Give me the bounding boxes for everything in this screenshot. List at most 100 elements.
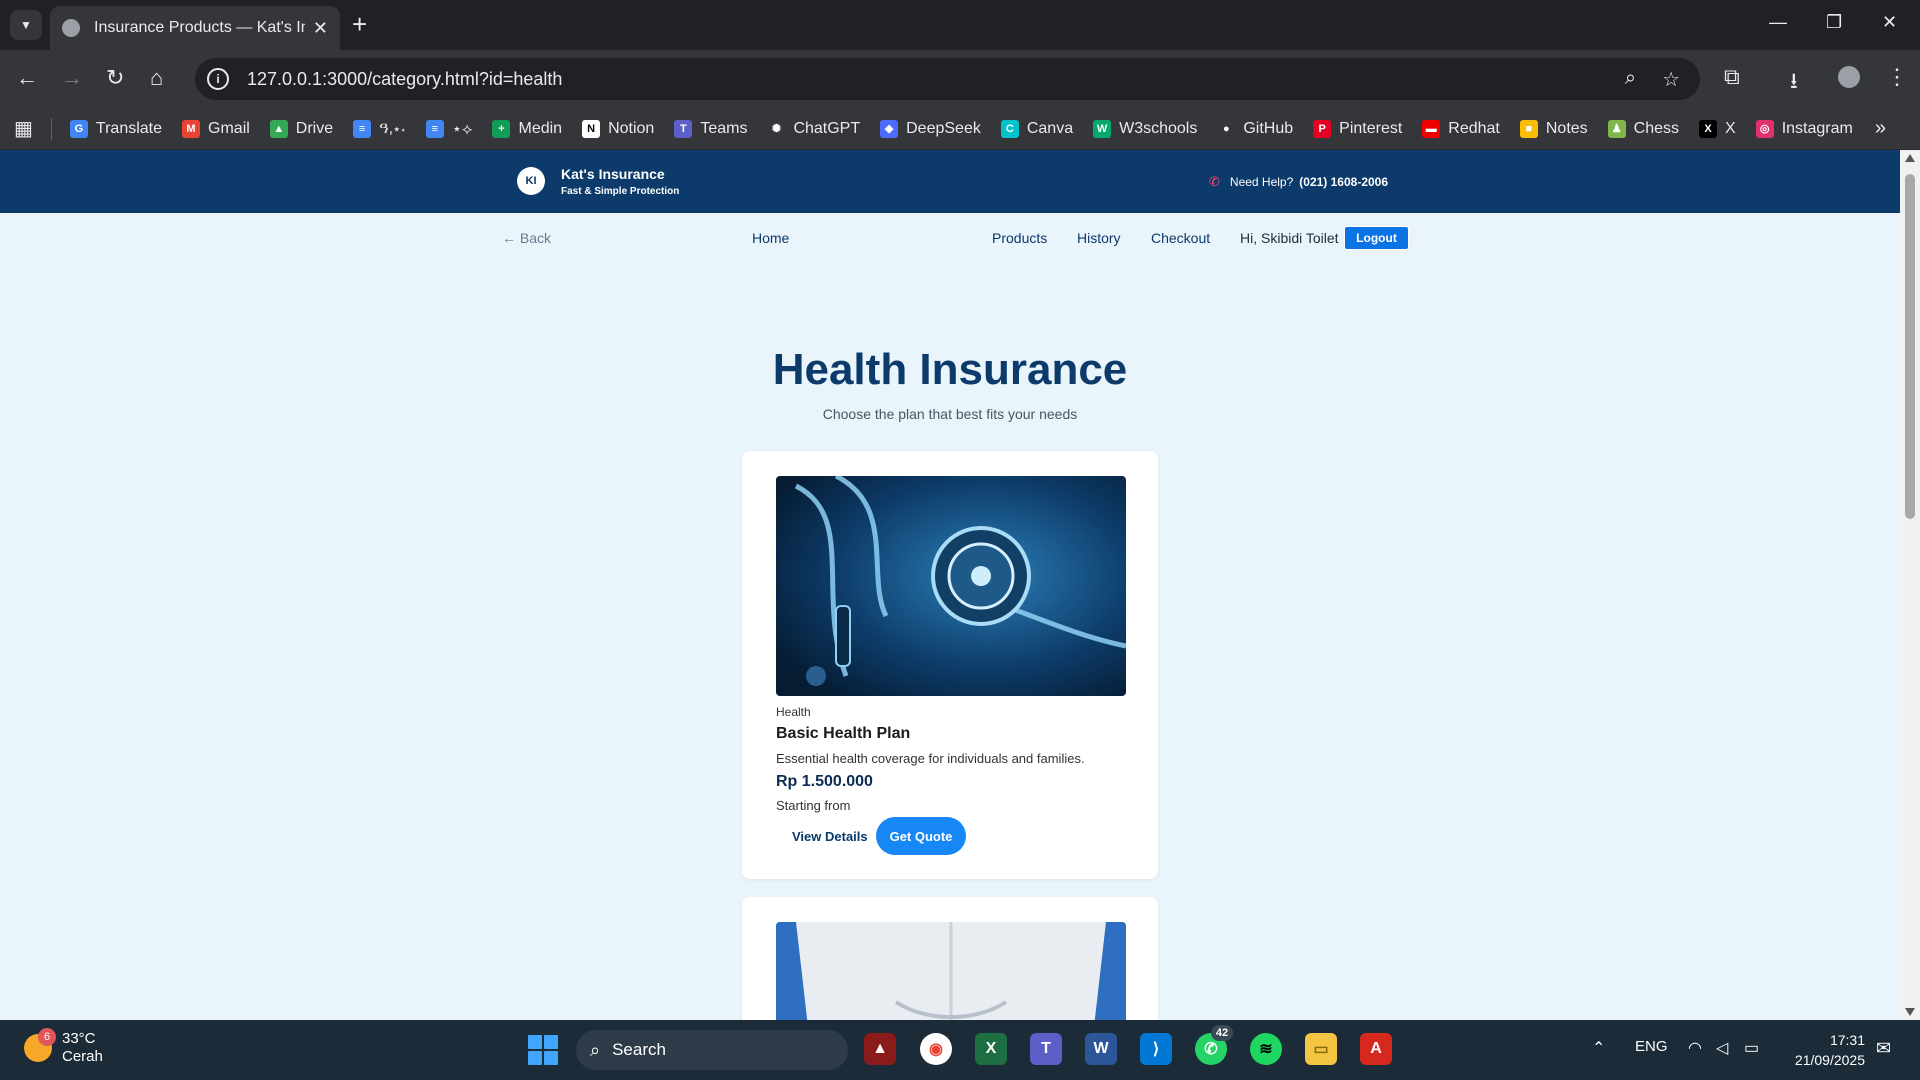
bookmarks-bar: ▦ G Translate M Gmail ▲ Drive ≡ ዓ,⋆˖ ≡ ⋆⟡ + Medin N N… xyxy=(0,108,1920,150)
bookmark-item[interactable]: N Notion xyxy=(582,119,654,138)
word-icon[interactable]: W xyxy=(1085,1033,1117,1065)
chevron-down-icon: ▼ xyxy=(20,18,32,32)
bookmark-item[interactable]: ≡ ዓ,⋆˖ xyxy=(353,119,406,138)
bookmark-item[interactable]: ■ Notes xyxy=(1519,119,1588,138)
more-bookmarks-icon[interactable]: » xyxy=(1875,117,1886,140)
bookmark-label: ChatGPT xyxy=(793,119,861,137)
bookmark-item[interactable]: + Medin xyxy=(492,119,562,138)
notification-bell-icon[interactable]: ✉ xyxy=(1876,1038,1891,1059)
spotify-icon[interactable]: ≋ xyxy=(1250,1033,1282,1065)
close-tab-icon[interactable]: ✕ xyxy=(313,18,328,39)
product-price: Rp 1.500.000 xyxy=(776,773,873,790)
extensions-icon[interactable]: ⧉ xyxy=(1724,64,1740,90)
back-link[interactable]: ← Back xyxy=(502,230,551,246)
site-info-icon[interactable]: i xyxy=(207,68,229,90)
bookmark-item[interactable]: C Canva xyxy=(1000,119,1073,138)
weather-widget[interactable]: 6 33°C Cerah xyxy=(24,1028,103,1066)
bookmark-label: W3schools xyxy=(1119,119,1198,137)
battery-icon[interactable]: ▭ xyxy=(1744,1038,1759,1058)
bookmark-label: Gmail xyxy=(208,119,250,137)
teams-icon[interactable]: T xyxy=(1030,1033,1062,1065)
bookmark-item[interactable]: ▲ Drive xyxy=(269,119,333,138)
deepseek-icon: ◆ xyxy=(880,119,899,138)
bookmark-item[interactable]: G Translate xyxy=(69,119,162,138)
tab-title: Insurance Products — Kat's Insu xyxy=(94,19,305,36)
instagram-icon: ◎ xyxy=(1755,119,1774,138)
bookmark-label: Chess xyxy=(1633,119,1680,137)
url-text[interactable]: 127.0.0.1:3000/category.html?id=health xyxy=(247,69,562,90)
taskbar-search[interactable]: ⌕ Search xyxy=(576,1030,848,1070)
bookmark-item[interactable]: ◎ Instagram xyxy=(1755,119,1853,138)
file-explorer-icon[interactable]: ▭ xyxy=(1305,1033,1337,1065)
chrome-icon[interactable]: ◉ xyxy=(920,1033,952,1065)
scroll-up-icon[interactable] xyxy=(1905,154,1915,162)
gmail-icon: M xyxy=(182,119,201,138)
page-scrollbar[interactable] xyxy=(1900,150,1920,1020)
excel-icon[interactable]: X xyxy=(975,1033,1007,1065)
wifi-icon[interactable]: ◠ xyxy=(1688,1038,1702,1058)
volume-icon[interactable]: ◁ xyxy=(1716,1038,1728,1058)
brand-name[interactable]: Kat's Insurance xyxy=(561,166,665,182)
logo[interactable]: KI xyxy=(517,167,545,195)
apps-grid-icon[interactable]: ▦ xyxy=(14,116,33,141)
address-bar[interactable]: i 127.0.0.1:3000/category.html?id=health… xyxy=(195,58,1700,100)
bookmark-label: Pinterest xyxy=(1339,119,1403,137)
canva-icon: C xyxy=(1000,119,1019,138)
nav-history[interactable]: History xyxy=(1077,230,1121,246)
stethoscope-image xyxy=(776,476,1126,696)
profile-avatar[interactable] xyxy=(1838,66,1860,88)
system-clock[interactable]: 17:31 21/09/2025 xyxy=(1780,1030,1865,1070)
bookmark-label: ዓ,⋆˖ xyxy=(379,119,406,137)
globe-icon xyxy=(62,19,80,37)
scrollbar-thumb[interactable] xyxy=(1905,174,1915,519)
minimize-icon[interactable]: — xyxy=(1769,12,1787,33)
chatgpt-icon: ✺ xyxy=(767,119,786,138)
home-icon[interactable]: ⌂ xyxy=(150,66,163,90)
bookmark-item[interactable]: T Teams xyxy=(674,119,747,138)
github-icon: ● xyxy=(1217,119,1236,138)
bookmark-item[interactable]: P Pinterest xyxy=(1313,119,1403,138)
logout-button[interactable]: Logout xyxy=(1344,226,1409,250)
tray-chevron-up-icon[interactable]: ⌃ xyxy=(1592,1038,1605,1058)
whatsapp-icon[interactable]: ✆ 42 xyxy=(1195,1025,1233,1065)
bookmark-item[interactable]: M Gmail xyxy=(182,119,250,138)
windows-start-icon[interactable] xyxy=(528,1035,558,1065)
language-indicator[interactable]: ENG xyxy=(1635,1038,1668,1055)
view-details-link[interactable]: View Details xyxy=(792,829,868,844)
browser-tab-active[interactable]: Insurance Products — Kat's Insu ✕ xyxy=(50,6,340,50)
window-close-icon[interactable]: ✕ xyxy=(1882,12,1897,33)
help-phone-number[interactable]: (021) 1608-2006 xyxy=(1299,175,1388,189)
bookmark-label: Redhat xyxy=(1448,119,1500,137)
back-arrow-icon[interactable]: ← xyxy=(16,66,38,90)
bookmark-item[interactable]: XX xyxy=(1699,119,1736,138)
notes-icon: ■ xyxy=(1519,119,1538,138)
tab-search-button[interactable]: ▼ xyxy=(10,10,42,40)
new-tab-button[interactable]: + xyxy=(352,11,367,37)
windows-taskbar: 6 33°C Cerah ⌕ Search ▲ ◉ X T W ⟩ ✆ 42 ≋ … xyxy=(0,1020,1920,1080)
bookmark-item[interactable]: ◆ DeepSeek xyxy=(880,119,981,138)
bookmark-item[interactable]: ≡ ⋆⟡ xyxy=(425,119,472,139)
doctor-image xyxy=(776,922,1126,1020)
vscode-icon[interactable]: ⟩ xyxy=(1140,1033,1172,1065)
reload-icon[interactable]: ↻ xyxy=(106,66,124,90)
nav-checkout[interactable]: Checkout xyxy=(1151,230,1210,246)
nav-home[interactable]: Home xyxy=(752,230,789,246)
nav-products[interactable]: Products xyxy=(992,230,1047,246)
app-icon[interactable]: ▲ xyxy=(864,1033,896,1065)
forward-arrow-icon[interactable]: → xyxy=(61,66,83,90)
acrobat-icon[interactable]: A xyxy=(1360,1033,1392,1065)
bookmark-item[interactable]: ✺ ChatGPT xyxy=(767,119,861,138)
bookmark-item[interactable]: ♟ Chess xyxy=(1607,119,1680,138)
bookmark-item[interactable]: W W3schools xyxy=(1093,119,1198,138)
zoom-icon[interactable]: ⌕ xyxy=(1625,67,1636,92)
menu-kebab-icon[interactable]: ⋮ xyxy=(1886,64,1908,90)
get-quote-button[interactable]: Get Quote xyxy=(876,817,966,855)
scroll-down-icon[interactable] xyxy=(1905,1008,1915,1016)
help-contact: ✆ Need Help? (021) 1608-2006 xyxy=(1209,174,1388,190)
bookmark-item[interactable]: ▬ Redhat xyxy=(1422,119,1500,138)
download-icon[interactable]: ⭳ xyxy=(1790,64,1798,102)
restore-icon[interactable]: ❐ xyxy=(1826,12,1842,33)
bookmark-star-icon[interactable]: ☆ xyxy=(1662,67,1680,92)
bookmark-item[interactable]: ● GitHub xyxy=(1217,119,1293,138)
redhat-icon: ▬ xyxy=(1422,119,1441,138)
